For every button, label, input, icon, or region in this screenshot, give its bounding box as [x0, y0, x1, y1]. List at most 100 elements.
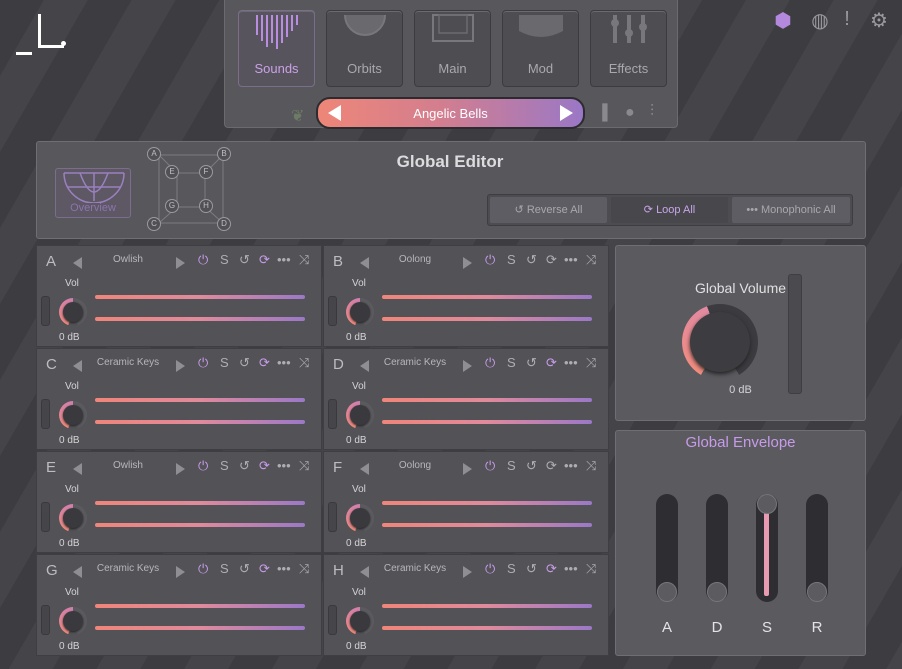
globe-icon[interactable]: ◍: [807, 8, 833, 34]
prev-sound-icon[interactable]: [360, 257, 369, 269]
volume-knob[interactable]: [346, 504, 374, 532]
reverse-icon[interactable]: ↺: [239, 458, 250, 474]
solo-button[interactable]: S: [220, 355, 229, 370]
more-icon[interactable]: •••: [564, 561, 578, 576]
volume-knob[interactable]: [346, 607, 374, 635]
prev-sound-icon[interactable]: [73, 360, 82, 372]
next-sound-icon[interactable]: [176, 360, 185, 372]
next-sound-icon[interactable]: [463, 566, 472, 578]
prev-sound-icon[interactable]: [360, 463, 369, 475]
node-f[interactable]: F: [199, 165, 213, 179]
solo-button[interactable]: S: [507, 355, 516, 370]
next-sound-icon[interactable]: [463, 360, 472, 372]
more-icon[interactable]: •••: [564, 458, 578, 473]
volume-knob[interactable]: [346, 401, 374, 429]
shuffle-icon[interactable]: ⤨: [586, 252, 596, 268]
more-icon[interactable]: •••: [277, 252, 291, 267]
gear-icon[interactable]: ⚙: [866, 8, 892, 34]
overview-button[interactable]: Overview: [55, 168, 131, 218]
more-icon[interactable]: •••: [277, 561, 291, 576]
fader-a[interactable]: [656, 494, 678, 602]
power-icon[interactable]: ⏻: [198, 252, 208, 268]
volume-knob[interactable]: [59, 504, 87, 532]
tab-effects[interactable]: Effects: [590, 10, 667, 87]
next-preset-icon[interactable]: [560, 105, 573, 121]
prev-sound-icon[interactable]: [73, 257, 82, 269]
loop-icon[interactable]: ⟳: [546, 458, 557, 474]
palette-icon[interactable]: ●: [625, 104, 635, 122]
power-icon[interactable]: ⏻: [485, 561, 495, 577]
cube-icon[interactable]: ⬢: [770, 8, 796, 34]
prev-sound-icon[interactable]: [360, 360, 369, 372]
reverse-icon[interactable]: ↺: [239, 561, 250, 577]
loop-icon[interactable]: ⟳: [546, 355, 557, 371]
solo-button[interactable]: S: [507, 252, 516, 267]
fader-thumb[interactable]: [807, 582, 827, 602]
shuffle-icon[interactable]: ⤨: [586, 458, 596, 474]
loop-icon[interactable]: ⟳: [259, 252, 270, 268]
preset-selector[interactable]: Angelic Bells: [316, 97, 585, 129]
fader-thumb[interactable]: [657, 582, 677, 602]
prev-sound-icon[interactable]: [73, 566, 82, 578]
node-g[interactable]: G: [165, 199, 179, 213]
next-sound-icon[interactable]: [176, 463, 185, 475]
solo-button[interactable]: S: [507, 561, 516, 576]
more-icon[interactable]: •••: [277, 458, 291, 473]
node-b[interactable]: B: [217, 147, 231, 161]
bars-icon[interactable]: ▐: [597, 104, 608, 121]
reverse-icon[interactable]: ↺: [526, 252, 537, 268]
tab-mod[interactable]: Mod: [502, 10, 579, 87]
volume-knob[interactable]: [59, 401, 87, 429]
node-e[interactable]: E: [165, 165, 179, 179]
node-a[interactable]: A: [147, 147, 161, 161]
fader-r[interactable]: [806, 494, 828, 602]
node-d[interactable]: D: [217, 217, 231, 231]
next-sound-icon[interactable]: [463, 257, 472, 269]
more-icon[interactable]: •••: [564, 252, 578, 267]
power-icon[interactable]: ⏻: [198, 561, 208, 577]
power-icon[interactable]: ⏻: [485, 458, 495, 474]
next-sound-icon[interactable]: [176, 257, 185, 269]
volume-knob[interactable]: [346, 298, 374, 326]
solo-button[interactable]: S: [220, 458, 229, 473]
shuffle-icon[interactable]: ⤨: [299, 355, 309, 371]
reverse-icon[interactable]: ↺: [239, 355, 250, 371]
shuffle-icon[interactable]: ⤨: [299, 252, 309, 268]
power-icon[interactable]: ⏻: [198, 355, 208, 371]
volume-knob[interactable]: [59, 607, 87, 635]
power-icon[interactable]: ⏻: [485, 355, 495, 371]
fader-s[interactable]: [756, 494, 778, 602]
leaf-icon[interactable]: ❦: [291, 106, 304, 126]
solo-button[interactable]: S: [220, 561, 229, 576]
tab-main[interactable]: Main: [414, 10, 491, 87]
loop-icon[interactable]: ⟳: [259, 458, 270, 474]
shuffle-icon[interactable]: ⤨: [299, 458, 309, 474]
more-icon[interactable]: •••: [277, 355, 291, 370]
next-sound-icon[interactable]: [463, 463, 472, 475]
loop-icon[interactable]: ⟳: [546, 252, 557, 268]
fader-thumb[interactable]: [757, 494, 777, 514]
fader-thumb[interactable]: [707, 582, 727, 602]
more-icon[interactable]: •••: [564, 355, 578, 370]
tab-orbits[interactable]: Orbits: [326, 10, 403, 87]
tab-sounds[interactable]: Sounds: [238, 10, 315, 87]
node-c[interactable]: C: [147, 217, 161, 231]
global-volume-knob[interactable]: [682, 304, 758, 380]
monophonic-all-button[interactable]: ••• Monophonic All: [732, 197, 850, 223]
reverse-icon[interactable]: ↺: [526, 561, 537, 577]
power-icon[interactable]: ⏻: [485, 252, 495, 268]
solo-button[interactable]: S: [220, 252, 229, 267]
reverse-icon[interactable]: ↺: [526, 458, 537, 474]
prev-sound-icon[interactable]: [73, 463, 82, 475]
shuffle-icon[interactable]: ⤨: [586, 355, 596, 371]
shuffle-icon[interactable]: ⤨: [586, 561, 596, 577]
solo-button[interactable]: S: [507, 458, 516, 473]
node-h[interactable]: H: [199, 199, 213, 213]
loop-icon[interactable]: ⟳: [546, 561, 557, 577]
loop-icon[interactable]: ⟳: [259, 355, 270, 371]
mixer-icon[interactable]: ⫶: [650, 103, 654, 121]
reverse-icon[interactable]: ↺: [526, 355, 537, 371]
power-icon[interactable]: ⏻: [198, 458, 208, 474]
loop-icon[interactable]: ⟳: [259, 561, 270, 577]
loop-all-button[interactable]: ⟳ Loop All: [611, 197, 728, 223]
